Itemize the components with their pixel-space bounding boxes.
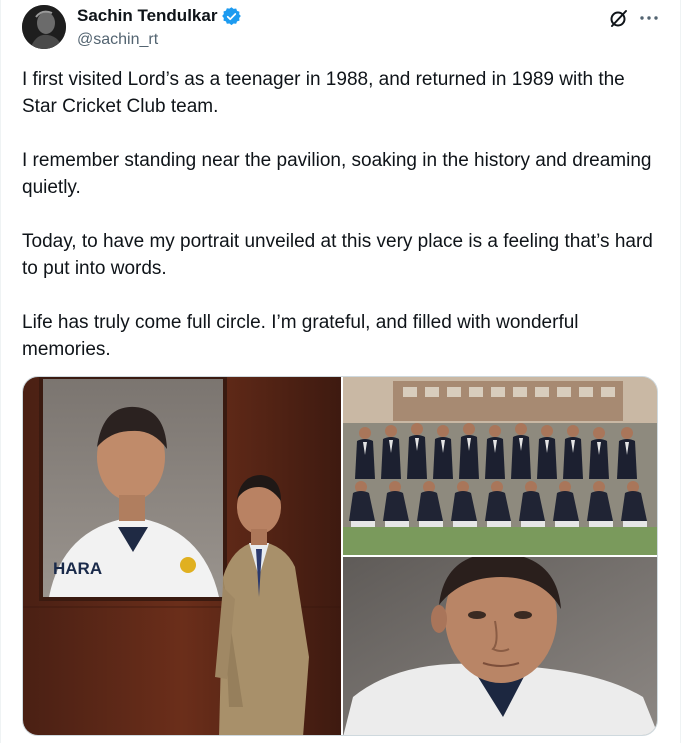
tweet-paragraph: I remember standing near the pavilion, s…	[22, 150, 652, 198]
photo-portrait-closeup[interactable]	[343, 557, 657, 735]
avatar-image	[22, 5, 66, 49]
verified-badge-icon	[222, 6, 242, 26]
tweet-paragraph: Today, to have my portrait unveiled at t…	[22, 231, 653, 279]
author-name-row: Sachin Tendulkar	[77, 6, 242, 26]
tweet-paragraph: I first visited Lord’s as a teenager in …	[22, 69, 625, 117]
author-handle[interactable]: @sachin_rt	[77, 30, 158, 50]
photo-team-1989[interactable]	[343, 377, 657, 555]
portrait-jersey-text: HARA	[53, 559, 102, 578]
more-icon[interactable]	[638, 7, 660, 29]
author-name[interactable]: Sachin Tendulkar	[77, 6, 217, 26]
grok-icon[interactable]	[608, 7, 630, 29]
reply-indicator	[22, 738, 36, 743]
tweet-card: Sachin Tendulkar @sachin_rt I first visi…	[0, 0, 681, 743]
avatar[interactable]	[22, 5, 66, 49]
photo-portrait-unveiling[interactable]: HARA	[23, 377, 341, 735]
media-grid: HARA	[22, 376, 658, 736]
tweet-text: I first visited Lord’s as a teenager in …	[22, 66, 662, 363]
tweet-paragraph: Life has truly come full circle. I’m gra…	[22, 312, 579, 360]
